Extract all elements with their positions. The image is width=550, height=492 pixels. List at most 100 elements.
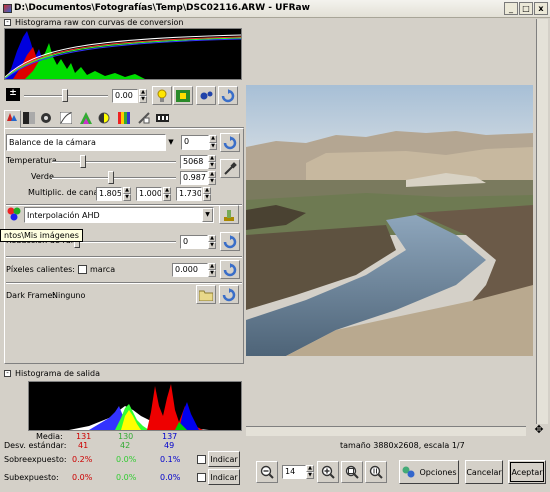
multiplier-green-spin-up[interactable]: ▲: [163, 187, 171, 194]
temperature-slider[interactable]: [80, 155, 86, 168]
tooltip: ntos\Mis imágenes: [0, 229, 83, 242]
zoom-spin-up[interactable]: ▲: [306, 465, 314, 472]
options-button[interactable]: Opciones: [399, 460, 459, 484]
tab-crop[interactable]: [138, 112, 153, 127]
output-histogram-label: Histograma de salida: [15, 369, 100, 378]
multiplier-blue-spin-down[interactable]: ▼: [203, 194, 211, 201]
clip-mode-button[interactable]: [173, 86, 193, 105]
green-label: Verde: [31, 172, 54, 181]
multiplier-blue-spin-up[interactable]: ▲: [203, 187, 211, 194]
output-histogram-expander[interactable]: -: [4, 370, 11, 377]
multiplier-green-spin-down[interactable]: ▼: [163, 194, 171, 201]
stddev-label: Desv. estándar:: [4, 441, 67, 450]
hot-pixels-input[interactable]: 0.000: [172, 263, 208, 277]
exposure-input[interactable]: 0.00: [112, 89, 138, 103]
pan-icon[interactable]: ✥: [532, 424, 546, 436]
minimize-button[interactable]: _: [504, 2, 518, 15]
preview-status: tamaño 3880x2608, escala 1/7: [340, 441, 465, 450]
tab-exif[interactable]: [156, 112, 171, 127]
zoom-fit-button[interactable]: [341, 461, 363, 483]
overexposed-indicate-button[interactable]: Indicar: [208, 451, 240, 467]
overexposed-indicate-checkbox[interactable]: [197, 455, 206, 464]
underexposed-indicate-button[interactable]: Indicar: [208, 469, 240, 485]
tab-base-curve[interactable]: [40, 112, 55, 127]
preview-image[interactable]: [246, 85, 533, 356]
wb-fine-spin-up[interactable]: ▲: [209, 135, 217, 143]
multiplier-green-input[interactable]: 1.000: [136, 187, 162, 201]
temperature-slider-track[interactable]: [52, 161, 176, 163]
zoom-in-icon: [321, 465, 335, 479]
wb-preset-select[interactable]: Balance de la cámara: [6, 134, 166, 151]
auto-exposure-button[interactable]: [152, 86, 172, 105]
raw-histogram-expander[interactable]: -: [4, 19, 11, 26]
temperature-spin-up[interactable]: ▲: [208, 155, 216, 162]
exposure-spin-up[interactable]: ▲: [139, 89, 147, 96]
underexposed-green: 0.0%: [116, 473, 137, 482]
mean-blue: 137: [162, 432, 178, 441]
zoom-100-icon: [369, 465, 383, 479]
corrections-tab-icon: [80, 112, 92, 124]
underexposed-indicate-checkbox[interactable]: [197, 473, 206, 482]
tab-grayscale[interactable]: [23, 112, 38, 127]
exposure-slider[interactable]: [62, 89, 68, 102]
zoom-spin-down[interactable]: ▼: [306, 472, 314, 479]
zoom-in-button[interactable]: [317, 461, 339, 483]
tab-corrections[interactable]: [80, 112, 95, 127]
mean-red: 131: [76, 432, 92, 441]
chevron-down-icon[interactable]: ▼: [202, 208, 213, 222]
zoom-out-button[interactable]: [256, 461, 278, 483]
hot-pixels-reset-button[interactable]: [220, 260, 240, 279]
multiplier-red-input[interactable]: 1.805: [96, 187, 122, 201]
close-button[interactable]: x: [534, 2, 548, 15]
noise-input[interactable]: 0: [180, 235, 208, 249]
hot-pixels-spin-down[interactable]: ▼: [208, 270, 216, 277]
preview-vscroll[interactable]: [536, 19, 548, 424]
smooth-button[interactable]: [219, 205, 239, 224]
temperature-input[interactable]: 5068: [180, 155, 208, 169]
green-spin-down[interactable]: ▼: [208, 178, 216, 185]
green-slider-track[interactable]: [52, 177, 176, 179]
green-spin-up[interactable]: ▲: [208, 171, 216, 178]
output-histogram-graph: [69, 384, 209, 430]
interpolation-select[interactable]: Interpolación AHD: [24, 207, 214, 223]
divider: [6, 256, 242, 258]
wb-reset-button[interactable]: [220, 133, 240, 152]
reset-icon: [223, 234, 237, 248]
noise-reset-button[interactable]: [220, 232, 240, 251]
noise-slider-track[interactable]: [74, 241, 176, 243]
reset-exposure-button[interactable]: [218, 86, 238, 105]
restore-details-button[interactable]: [196, 86, 216, 105]
hot-pixels-mark-checkbox[interactable]: [78, 265, 87, 274]
hot-pixels-spin-up[interactable]: ▲: [208, 263, 216, 270]
raw-histogram-graph: [4, 31, 242, 80]
exposure-spin-down[interactable]: ▼: [139, 96, 147, 103]
green-input[interactable]: 0.987: [180, 171, 208, 185]
multiplier-red-spin-up[interactable]: ▲: [123, 187, 131, 194]
green-slider[interactable]: [108, 171, 114, 184]
preview-hscroll[interactable]: [246, 426, 526, 436]
tab-color-management[interactable]: [59, 111, 75, 127]
noise-spin-down[interactable]: ▼: [208, 242, 216, 249]
gears-icon: [200, 91, 213, 99]
chevron-down-icon[interactable]: ▼: [166, 134, 176, 151]
wb-fine-tune-input[interactable]: 0: [181, 135, 209, 150]
wb-picker-button[interactable]: [220, 159, 240, 178]
tab-white-balance[interactable]: [4, 110, 21, 128]
title-bar: D:\Documentos\Fotografías\Temp\DSC02116.…: [0, 0, 550, 18]
grayscale-tab-icon: [23, 112, 35, 124]
noise-spin-up[interactable]: ▲: [208, 235, 216, 242]
zoom-input[interactable]: 14: [282, 465, 306, 479]
temperature-spin-down[interactable]: ▼: [208, 162, 216, 169]
dark-frame-reset-button[interactable]: [219, 285, 239, 304]
wb-fine-spin-down[interactable]: ▼: [209, 143, 217, 150]
dark-frame-open-button[interactable]: [196, 285, 216, 304]
multiplier-red-spin-down[interactable]: ▼: [123, 194, 131, 201]
cancel-button[interactable]: Cancelar: [465, 460, 503, 484]
maximize-button[interactable]: □: [519, 2, 533, 15]
tab-lightness[interactable]: [98, 112, 113, 127]
lightbulb-icon: [157, 89, 167, 102]
multiplier-blue-input[interactable]: 1.730: [176, 187, 202, 201]
accept-button[interactable]: Aceptar: [508, 460, 546, 484]
zoom-100-button[interactable]: [365, 461, 387, 483]
tab-saturation[interactable]: [118, 112, 133, 127]
